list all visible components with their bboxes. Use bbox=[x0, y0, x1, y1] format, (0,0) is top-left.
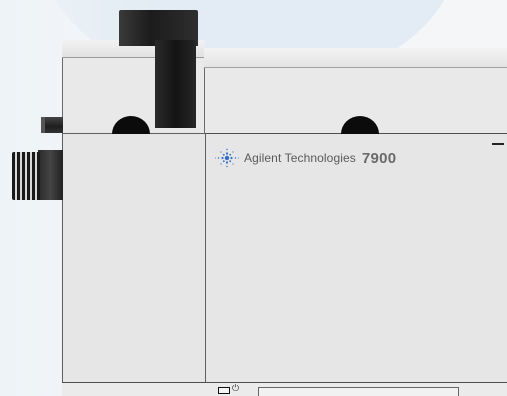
torch-box-mount bbox=[38, 150, 63, 200]
power-icon: ⏻ bbox=[232, 383, 240, 393]
knob-rib bbox=[15, 152, 17, 200]
panel-indicator-dash bbox=[492, 143, 504, 145]
knob-rib bbox=[25, 152, 27, 200]
brand-name: Agilent Technologies bbox=[244, 151, 356, 165]
right-upper-lip bbox=[204, 48, 507, 68]
knob-rib bbox=[35, 152, 37, 200]
right-front-panel bbox=[205, 133, 507, 385]
power-indicator[interactable] bbox=[218, 387, 230, 394]
brand-logo: Agilent Technologies 7900 bbox=[214, 146, 396, 170]
front-access-bar[interactable] bbox=[258, 387, 459, 396]
knob-rib bbox=[30, 152, 32, 200]
agilent-spark-icon bbox=[215, 148, 239, 168]
exhaust-chimney bbox=[155, 40, 196, 128]
knob-rib bbox=[20, 152, 22, 200]
model-number: 7900 bbox=[361, 149, 397, 167]
side-gas-pipe-cap bbox=[41, 117, 45, 133]
sample-introduction-knob[interactable] bbox=[12, 152, 40, 200]
left-lower-panel bbox=[62, 133, 206, 385]
icp-ms-instrument: Agilent Technologies 7900 ⏻ bbox=[0, 0, 507, 396]
